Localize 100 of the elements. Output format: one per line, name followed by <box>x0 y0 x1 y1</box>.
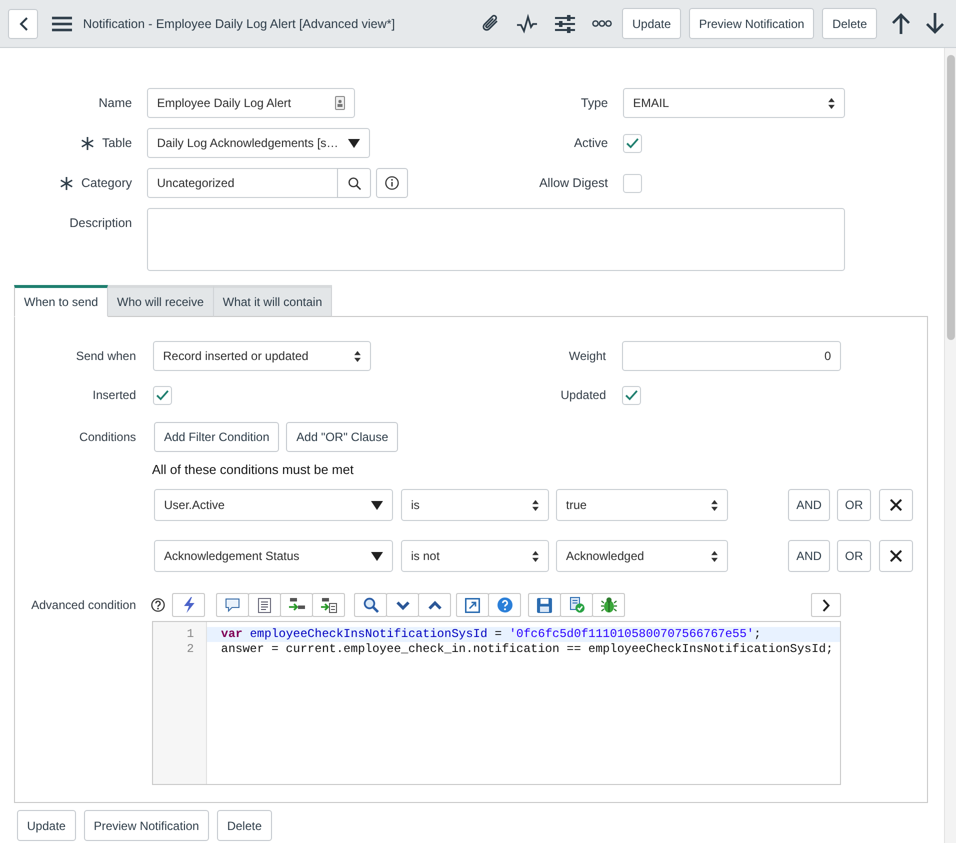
or-button[interactable]: OR <box>837 540 871 572</box>
editor-tool-button[interactable] <box>354 593 387 617</box>
field-label: Category <box>81 176 132 190</box>
field-label: Description <box>69 216 132 230</box>
send-when-select[interactable]: Record inserted or updated <box>153 341 371 371</box>
editor-tool-button[interactable] <box>488 593 521 617</box>
more-icon[interactable] <box>592 20 612 27</box>
operator-select[interactable]: is not <box>401 540 549 572</box>
close-icon <box>889 498 903 512</box>
chevron-up-icon <box>428 600 442 610</box>
type-select[interactable]: EMAIL <box>623 88 845 118</box>
search-button[interactable] <box>337 168 371 198</box>
editor-tool-button[interactable] <box>172 593 205 617</box>
table-select[interactable]: Daily Log Acknowledgements [s… <box>147 128 370 158</box>
remove-condition-button[interactable] <box>879 540 913 572</box>
field-select[interactable]: Acknowledgement Status <box>154 540 393 572</box>
help-icon <box>496 597 512 613</box>
code-line: answer = current.employee_check_in.notification == employeeCheckInsNotificationSysId; <box>220 642 834 657</box>
chevron-right-icon <box>822 598 830 612</box>
close-icon <box>889 549 903 563</box>
replace-icon <box>288 598 304 612</box>
editor-tool-button[interactable] <box>456 593 489 617</box>
expand-icon <box>465 598 480 612</box>
sort-arrows-icon <box>711 500 718 510</box>
description-field[interactable] <box>147 208 845 271</box>
checkbox[interactable] <box>623 134 642 152</box>
info-button[interactable] <box>376 168 408 198</box>
check-badge-icon <box>568 597 584 613</box>
caret-icon <box>371 552 383 560</box>
editor-tool-button[interactable] <box>312 593 345 617</box>
and-button[interactable]: AND <box>788 489 830 521</box>
sort-arrows-icon <box>711 550 718 562</box>
value-select[interactable]: Acknowledged <box>556 540 728 572</box>
expand-toolbar-button[interactable] <box>811 593 841 617</box>
replace-all-icon <box>320 598 336 612</box>
check-icon <box>625 390 638 400</box>
delete-button[interactable]: Delete <box>217 810 272 841</box>
field-label: Name <box>98 96 132 110</box>
chevron-left-icon <box>18 16 28 30</box>
field-label: Active <box>574 136 608 150</box>
editor-tool-button[interactable] <box>248 593 281 617</box>
field-label: Type <box>580 96 608 110</box>
search-icon <box>348 176 360 190</box>
code-editor[interactable]: 1 2 var employeeCheckInsNotificationSysId = '0fc6fc5d0f1110105800707566767e55'; answer = current.employee_check_in.notification == employeeCheckInsNotificationSysId; <box>152 621 841 785</box>
document-lines-icon <box>258 598 271 612</box>
checkbox[interactable] <box>623 174 642 192</box>
sort-arrows-icon <box>828 98 835 108</box>
arrow-down-icon[interactable] <box>925 13 945 34</box>
line-number: 2 <box>186 642 195 657</box>
editor-tool-button[interactable] <box>418 593 451 617</box>
check-icon <box>626 138 639 148</box>
editor-tool-button[interactable] <box>386 593 419 617</box>
editor-tool-button[interactable] <box>528 593 561 617</box>
editor-tool-button[interactable] <box>216 593 249 617</box>
field-label: Weight <box>568 349 606 363</box>
tab[interactable]: When to send <box>14 285 108 317</box>
scrollbar-thumb[interactable] <box>947 55 955 340</box>
caret-icon <box>348 138 360 148</box>
tab[interactable]: What it will contain <box>214 285 332 317</box>
update-button[interactable]: Update <box>622 8 681 39</box>
tab[interactable]: Who will receive <box>108 285 214 317</box>
line-number: 1 <box>186 627 195 642</box>
or-button[interactable]: OR <box>837 489 871 521</box>
weight-field[interactable]: 0 <box>622 341 841 371</box>
field-label: Allow Digest <box>539 176 608 190</box>
remove-condition-button[interactable] <box>879 489 913 521</box>
editor-tool-button[interactable] <box>592 593 625 617</box>
editor-tool-button[interactable] <box>560 593 593 617</box>
value-select[interactable]: true <box>556 489 728 521</box>
add-filter-condition-button[interactable]: Add Filter Condition <box>154 422 280 452</box>
help-icon <box>151 598 165 612</box>
field-select[interactable]: User.Active <box>154 489 393 521</box>
menu-icon[interactable] <box>52 16 72 32</box>
add-or-clause-button[interactable]: Add "OR" Clause <box>286 422 398 452</box>
update-button[interactable]: Update <box>17 810 76 841</box>
sort-arrows-icon <box>532 550 539 562</box>
field-label: Inserted <box>92 388 136 402</box>
checkbox[interactable] <box>622 386 641 404</box>
save-icon <box>537 598 552 612</box>
editor-tool-button[interactable] <box>280 593 313 617</box>
name-field[interactable]: Employee Daily Log Alert <box>147 88 355 118</box>
arrow-up-icon[interactable] <box>891 13 911 34</box>
field-label: Advanced condition <box>31 598 136 612</box>
info-icon <box>385 176 399 190</box>
back-button[interactable] <box>8 8 38 38</box>
preview-notification-button[interactable]: Preview Notification <box>84 810 210 841</box>
card-icon <box>335 96 345 110</box>
speech-bubble-icon <box>225 598 240 612</box>
field-label: Updated <box>560 388 606 402</box>
preview-notification-button[interactable]: Preview Notification <box>688 8 814 39</box>
pulse-icon[interactable] <box>516 14 538 32</box>
field-label: Table <box>102 136 132 150</box>
category-field[interactable]: Uncategorized <box>147 168 338 198</box>
chevron-down-icon <box>396 600 410 610</box>
and-button[interactable]: AND <box>788 540 830 572</box>
operator-select[interactable]: is <box>401 489 549 521</box>
paperclip-icon[interactable] <box>480 14 500 33</box>
checkbox[interactable] <box>153 386 172 404</box>
sliders-icon[interactable] <box>555 14 576 32</box>
delete-button[interactable]: Delete <box>822 8 877 39</box>
